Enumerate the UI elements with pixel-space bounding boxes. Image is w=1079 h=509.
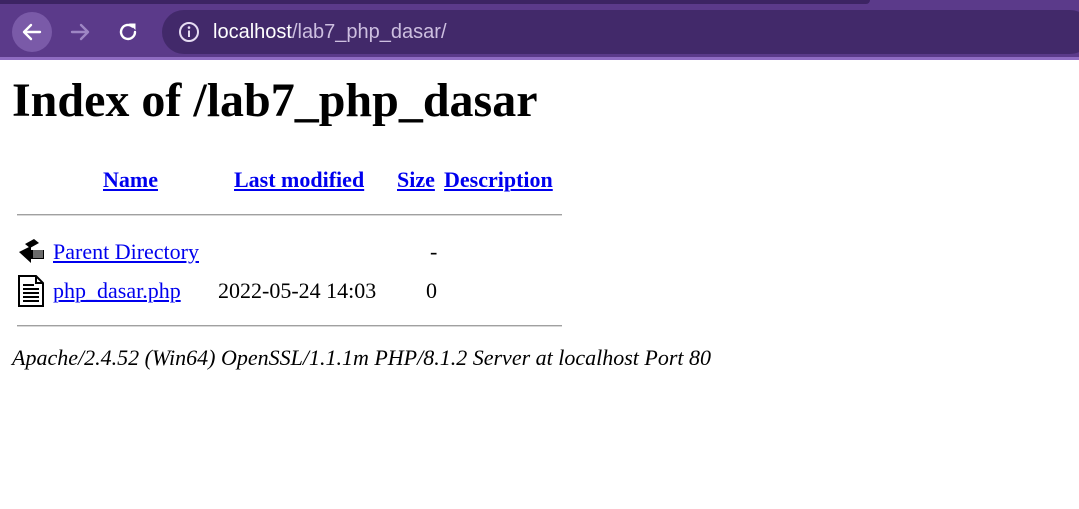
- back-folder-icon: [19, 239, 44, 263]
- text-file-icon: [18, 275, 44, 307]
- server-signature: Apache/2.4.52 (Win64) OpenSSL/1.1.1m PHP…: [12, 345, 712, 370]
- table-divider-bottom: [17, 325, 562, 327]
- row-last-modified: 2022-05-24 14:03: [218, 278, 377, 303]
- file-table: Name Last modified Size Description Pare…: [0, 0, 1079, 509]
- sort-by-description-link[interactable]: Description: [444, 166, 553, 194]
- file-link[interactable]: php_dasar.php: [53, 277, 181, 305]
- sort-by-name-link[interactable]: Name: [103, 166, 158, 194]
- sort-by-size-link[interactable]: Size: [397, 166, 435, 194]
- parent-directory-link[interactable]: Parent Directory: [53, 238, 199, 266]
- row-size: -: [430, 239, 438, 264]
- table-divider-top: [17, 214, 562, 216]
- sort-by-last-modified-link[interactable]: Last modified: [234, 166, 364, 194]
- row-size: 0: [426, 278, 437, 303]
